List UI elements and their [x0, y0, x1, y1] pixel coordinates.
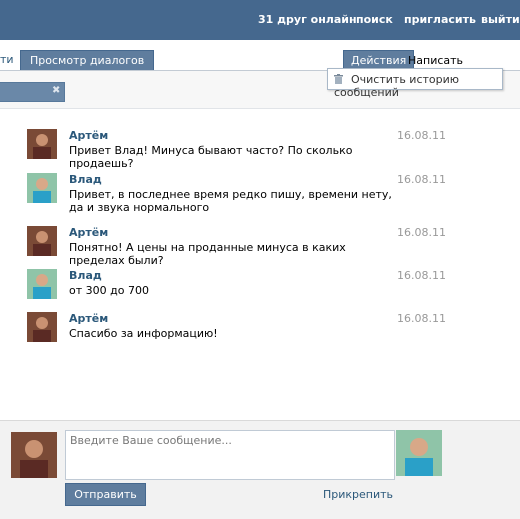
message-list: Артём Привет Влад! Минуса бывают часто? …: [0, 108, 520, 420]
my-avatar[interactable]: [11, 432, 57, 478]
message-date: 16.08.11: [397, 226, 446, 239]
clear-icon[interactable]: ✖: [52, 85, 60, 96]
message-text: Привет Влад! Минуса бывают часто? По ско…: [69, 144, 353, 170]
invite-link[interactable]: пригласить: [404, 13, 476, 26]
avatar-vlad[interactable]: [27, 173, 57, 203]
message-date: 16.08.11: [397, 312, 446, 325]
message-text: Привет, в последнее время редко пишу, вр…: [69, 188, 392, 214]
filter-input[interactable]: ✖: [0, 82, 65, 102]
avatar-artem[interactable]: [27, 129, 57, 159]
message-text: Спасибо за информацию!: [69, 327, 218, 340]
message-input[interactable]: [65, 430, 395, 480]
tab-actions[interactable]: Действия: [343, 50, 415, 70]
message-date: 16.08.11: [397, 173, 446, 186]
message-author[interactable]: Влад: [69, 269, 102, 282]
actions-dropdown: Очистить историю сообщений: [327, 68, 503, 99]
message-date: 16.08.11: [397, 269, 446, 282]
tab-dialogs[interactable]: Просмотр диалогов: [20, 50, 155, 70]
attach-link[interactable]: Прикрепить: [323, 488, 393, 501]
message-date: 16.08.11: [397, 129, 446, 142]
clear-history-label: Очистить историю сообщений: [334, 73, 460, 99]
avatar-vlad[interactable]: [27, 269, 57, 299]
top-bar: 31 друг онлайн поиск пригласить выйти: [0, 0, 520, 40]
trash-icon: [334, 74, 343, 84]
friends-online-link[interactable]: 31 друг онлайн: [258, 13, 357, 26]
avatar-artem[interactable]: [27, 226, 57, 256]
logout-link[interactable]: выйти: [481, 13, 520, 26]
send-button[interactable]: Отправить: [65, 483, 146, 506]
search-link[interactable]: поиск: [356, 13, 393, 26]
avatar-artem[interactable]: [27, 312, 57, 342]
message-author[interactable]: Влад: [69, 173, 102, 186]
message-author[interactable]: Артём: [69, 312, 108, 325]
tabs-strip: ти Просмотр диалогов Действия Написать с…: [0, 40, 520, 80]
message-author[interactable]: Артём: [69, 226, 108, 239]
clear-history-item[interactable]: Очистить историю сообщений: [334, 73, 502, 99]
tab-messages[interactable]: ти: [0, 53, 14, 66]
message-author[interactable]: Артём: [69, 129, 108, 142]
recipient-avatar[interactable]: [396, 430, 442, 476]
message-text: Понятно! А цены на проданные минуса в ка…: [69, 241, 346, 267]
compose-area: Отправить Прикрепить: [0, 420, 520, 519]
message-text: от 300 до 700: [69, 284, 149, 297]
